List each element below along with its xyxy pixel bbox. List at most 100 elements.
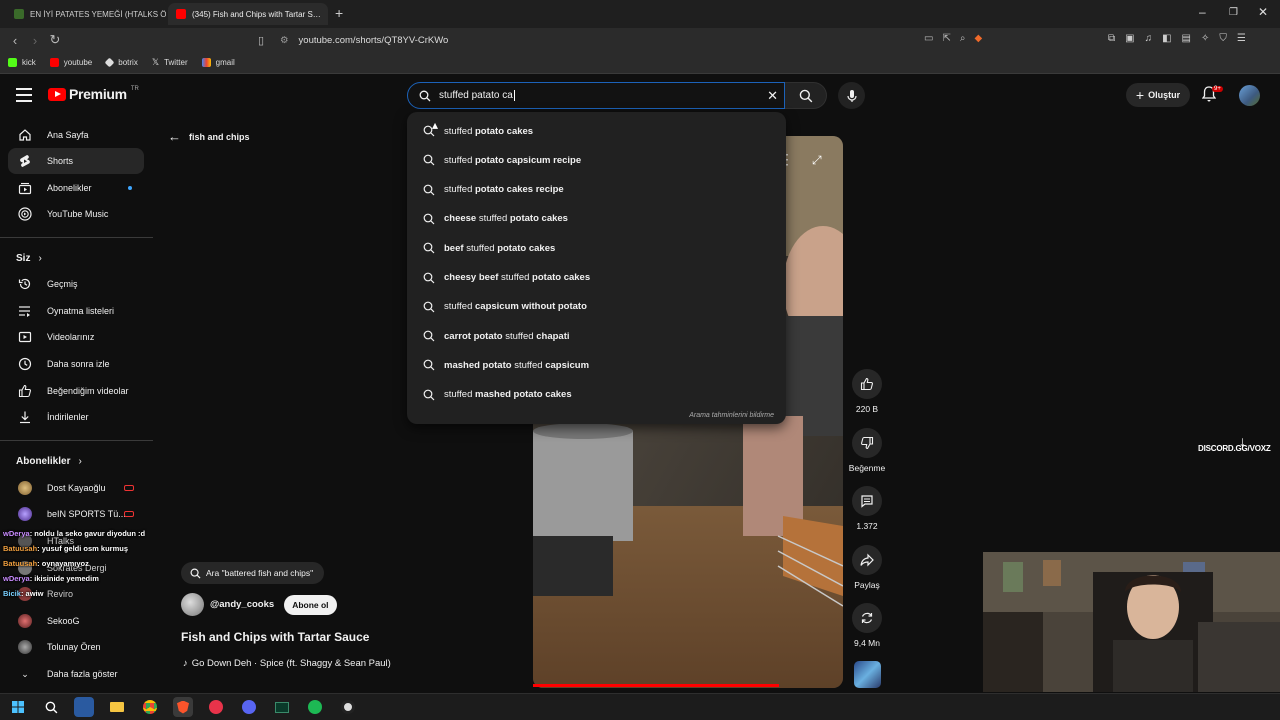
report-suggestions-link[interactable]: Arama tahminlerini bildirme <box>689 412 774 419</box>
search-button[interactable] <box>785 82 827 109</box>
forward-arrow-icon[interactable]: › <box>25 33 45 48</box>
chat-message: wDerya: noldu la seko gavur diyodun :d <box>3 529 146 538</box>
search-suggestion[interactable]: beef stuffed potato cakes <box>407 234 786 262</box>
bookmark-gmail[interactable]: gmail <box>201 58 235 67</box>
sidebar-item-home[interactable]: Ana Sayfa <box>0 122 153 148</box>
voice-search-button[interactable] <box>838 82 865 109</box>
bookmark-icon[interactable]: ▯ <box>251 34 271 47</box>
new-tab-button[interactable]: + <box>335 5 343 21</box>
search-icon <box>799 89 812 102</box>
search-input[interactable]: stuffed patato ca ✕ <box>407 82 785 109</box>
sidebar-item-watch-later[interactable]: Daha sonra izle <box>0 351 153 377</box>
discord-icon[interactable] <box>239 697 259 717</box>
search-suggestion[interactable]: mashed potato stuffed capsicum <box>407 351 786 379</box>
sidebar-item-liked-videos[interactable]: Beğendiğim videolar <box>0 378 153 404</box>
sidebar-item-your-videos[interactable]: Videolarınız <box>0 324 153 350</box>
obs-icon[interactable] <box>338 697 358 717</box>
search-suggestion[interactable]: stuffed mashed potato cakes <box>407 381 786 409</box>
related-search-chip[interactable]: Ara "battered fish and chips" <box>181 562 325 584</box>
search-suggestion[interactable]: stuffed potato cakes recipe <box>407 176 786 204</box>
address-bar-actions: ▭ ⇱ ⌕ ◆ <box>924 33 982 44</box>
microphone-icon <box>846 89 857 102</box>
search-icon <box>419 90 431 101</box>
wallet-icon[interactable]: ▤ <box>1182 33 1191 44</box>
bookmark-twitter[interactable]: 𝕏 Twitter <box>152 57 188 68</box>
subscription-item[interactable]: beIN SPORTS Tü... <box>0 501 153 527</box>
zoom-icon[interactable]: ⌕ <box>960 33 966 44</box>
video-title[interactable]: Fish and Chips with Tartar Sauce <box>181 630 369 644</box>
sidebar-item-youtube-music[interactable]: YouTube Music <box>0 201 153 227</box>
extension-puzzle-icon[interactable]: ⧉ <box>1108 33 1115 44</box>
share-page-icon[interactable]: ⇱ <box>942 33 950 44</box>
account-avatar[interactable] <box>1239 85 1260 106</box>
subscription-item[interactable]: Dost Kayaoğlu <box>0 475 153 501</box>
search-suggestion[interactable]: carrot potato stuffed chapati <box>407 322 786 350</box>
spotify-icon[interactable] <box>305 697 325 717</box>
scroll-down-arrow-icon[interactable]: ↓ <box>1239 433 1246 449</box>
terminal-icon[interactable] <box>272 697 292 717</box>
windows-start-icon[interactable] <box>8 697 28 717</box>
media-icon[interactable]: ♫ <box>1145 33 1153 44</box>
chrome-icon[interactable] <box>140 697 160 717</box>
fullscreen-icon[interactable]: ⤢ <box>812 153 822 168</box>
media-player-icon[interactable] <box>206 697 226 717</box>
create-button[interactable]: + Oluştur <box>1126 83 1190 107</box>
vpn-shield-icon[interactable]: ⛉ <box>1219 33 1227 44</box>
close-tab-icon[interactable]: ✕ <box>321 8 328 21</box>
restore-button[interactable]: ❐ <box>1229 7 1238 18</box>
sidebar-item-shorts[interactable]: Shorts <box>8 148 144 174</box>
subscription-item[interactable]: SekooG <box>0 608 153 634</box>
guide-menu-icon[interactable] <box>16 88 32 102</box>
search-suggestion[interactable]: cheesy beef stuffed potato cakes <box>407 264 786 292</box>
subscription-item[interactable]: Tolunay Ören <box>0 634 153 660</box>
youtube-premium-logo[interactable]: Premium TR <box>48 86 139 102</box>
window-close-button[interactable]: ✕ <box>1258 5 1268 19</box>
sound-thumbnail[interactable] <box>854 661 881 688</box>
bookmark-botrix[interactable]: botrix <box>104 57 138 68</box>
clear-search-icon[interactable]: ✕ <box>767 88 778 104</box>
show-more-button[interactable]: ⌄ Daha fazla göster <box>0 661 153 687</box>
address-bar[interactable]: ⚙ youtube.com/shorts/QT8YV-CrKWo <box>270 30 990 50</box>
bookmark-youtube[interactable]: youtube <box>49 58 92 67</box>
brave-shield-icon[interactable]: ◆ <box>974 33 982 44</box>
discord-overlay-text: DISCORD.GG/VOXZ <box>1198 444 1271 453</box>
channel-avatar <box>18 507 32 521</box>
subscribe-button[interactable]: Abone ol <box>284 594 337 615</box>
music-link[interactable]: ♪ Go Down Deh · Spice (ft. Shaggy & Sean… <box>183 658 391 669</box>
taskbar-search-icon[interactable] <box>41 697 61 717</box>
search-suggestion[interactable]: stuffed potato cakes <box>407 117 786 145</box>
site-info-icon[interactable]: ⚙ <box>280 35 289 46</box>
extension-icon[interactable]: ▣ <box>1125 33 1134 44</box>
channel-name[interactable]: @andy_cooks <box>210 599 274 610</box>
dislike-button[interactable]: Beğenme <box>849 428 885 473</box>
share-button[interactable]: Paylaş <box>851 545 883 590</box>
sidebar-section-subscriptions[interactable]: Abonelikler › <box>16 456 82 467</box>
leo-ai-icon[interactable]: ✧ <box>1201 33 1209 44</box>
taskbar-app-icon[interactable] <box>74 697 94 717</box>
remix-button[interactable]: 9,4 Mn <box>851 603 883 648</box>
sidebar-item-history[interactable]: Geçmiş <box>0 271 153 297</box>
search-suggestion[interactable]: stuffed capsicum without potato <box>407 293 786 321</box>
sidebar-item-downloads[interactable]: İndirilenler <box>0 404 153 430</box>
sidebar-item-subscriptions[interactable]: Abonelikler <box>0 175 153 201</box>
like-button[interactable]: 220 B <box>851 369 883 414</box>
back-arrow-icon[interactable]: ‹ <box>5 33 25 48</box>
comments-button[interactable]: 1.372 <box>851 486 883 531</box>
browser-tab-2[interactable]: (345) Fish and Chips with Tartar S… ✕ <box>168 3 328 25</box>
channel-avatar[interactable] <box>181 593 204 616</box>
sidebar-item-playlists[interactable]: Oynatma listeleri <box>0 298 153 324</box>
sidebar-toggle-icon[interactable]: ◧ <box>1162 33 1171 44</box>
sidebar-section-you[interactable]: Siz › <box>16 253 42 264</box>
menu-icon[interactable]: ☰ <box>1237 33 1246 44</box>
browser-tab-1[interactable]: EN İYİ PATATES YEMEĞİ (HTALKS ÖZE… <box>6 3 166 25</box>
back-to-search-link[interactable]: ← fish and chips <box>168 129 250 144</box>
bookmark-kick[interactable]: kick <box>8 58 36 67</box>
minimize-button[interactable]: – <box>1199 5 1206 19</box>
search-suggestion[interactable]: cheese stuffed potato cakes <box>407 205 786 233</box>
search-suggestion[interactable]: stuffed potato capsicum recipe <box>407 146 786 174</box>
video-progress-bar[interactable] <box>533 684 779 687</box>
cast-icon[interactable]: ▭ <box>924 33 933 44</box>
file-explorer-icon[interactable] <box>107 697 127 717</box>
brave-browser-icon[interactable] <box>173 697 193 717</box>
reload-icon[interactable]: ↻ <box>45 32 65 48</box>
